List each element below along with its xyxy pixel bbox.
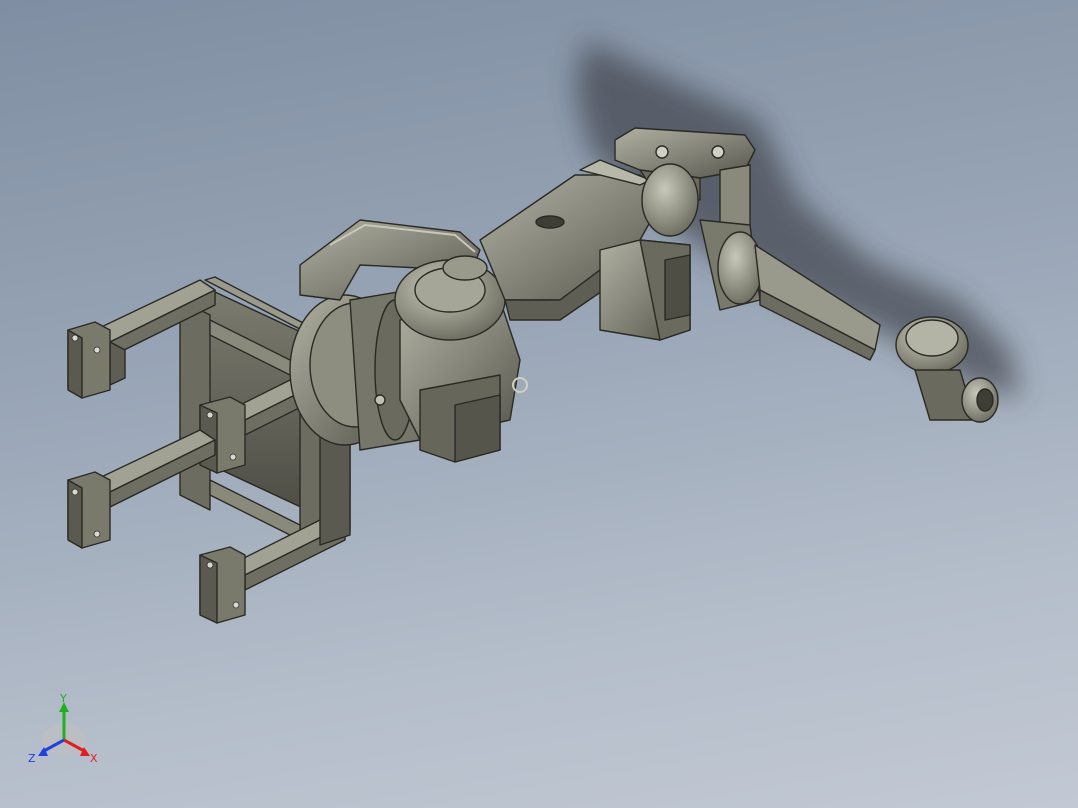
cad-viewport[interactable]: Y X Z bbox=[0, 0, 1078, 808]
x-axis-label: X bbox=[90, 752, 98, 765]
z-axis-label: Z bbox=[28, 752, 36, 765]
robot-base[interactable] bbox=[599, 239, 691, 341]
y-axis-label: Y bbox=[59, 692, 67, 705]
view-orientation-triad[interactable]: Y X Z bbox=[28, 692, 98, 765]
elbow-joint[interactable] bbox=[394, 255, 506, 341]
